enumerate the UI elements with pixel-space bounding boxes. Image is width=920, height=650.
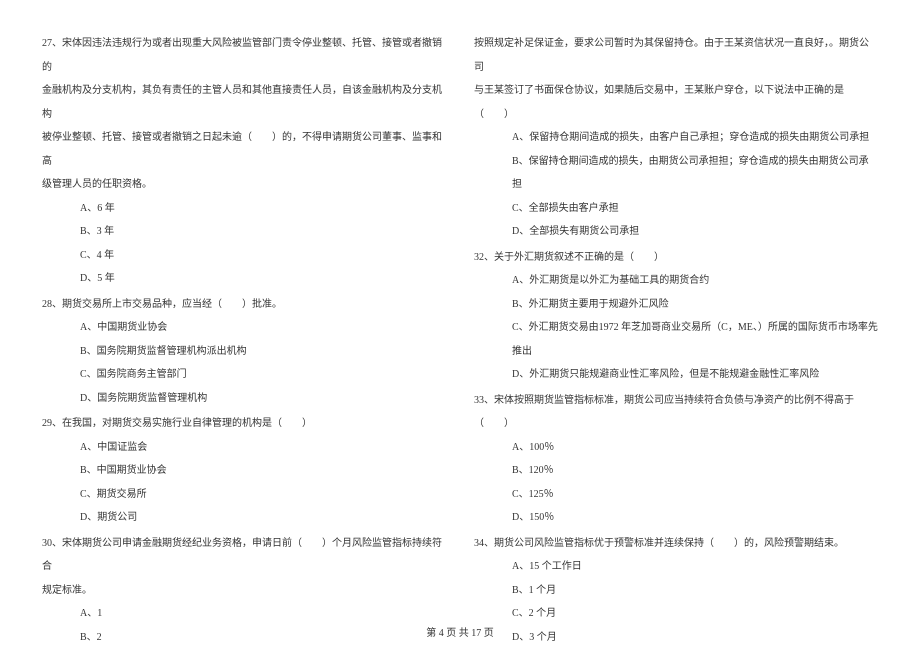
q31-option-c: C、全部损失由客户承担 (512, 197, 878, 221)
q31c-line2: 与王某签订了书面保仓协议，如果随后交易中，王某账户穿仓，以下说法中正确的是（ ） (474, 79, 878, 126)
q27-options: A、6 年 B、3 年 C、4 年 D、5 年 (42, 197, 446, 291)
q27-line3: 被停业整顿、托管、接管或者撤销之日起未逾（ ）的，不得申请期货公司董事、监事和高 (42, 126, 446, 173)
q28-options: A、中国期货业协会 B、国务院期货监督管理机构派出机构 C、国务院商务主管部门 … (42, 316, 446, 410)
q31-option-a: A、保留持仓期间造成的损失，由客户自己承担；穿仓造成的损失由期货公司承担 (512, 126, 878, 150)
q29-option-d: D、期货公司 (80, 506, 446, 530)
q29-option-a: A、中国证监会 (80, 436, 446, 460)
q27-option-b: B、3 年 (80, 220, 446, 244)
q32-options: A、外汇期货是以外汇为基础工具的期货合约 B、外汇期货主要用于规避外汇风险 C、… (474, 269, 878, 387)
right-column: 按照规定补足保证金，要求公司暂时为其保留持仓。由于王某资信状况一直良好，。期货公… (460, 30, 892, 620)
q33-option-b: B、120％ (512, 459, 878, 483)
question-28: 28、期货交易所上市交易品种，应当经（ ）批准。 A、中国期货业协会 B、国务院… (42, 293, 446, 411)
q34-options: A、15 个工作日 B、1 个月 C、2 个月 D、3 个月 (474, 555, 878, 649)
q29-options: A、中国证监会 B、中国期货业协会 C、期货交易所 D、期货公司 (42, 436, 446, 530)
q32-option-a: A、外汇期货是以外汇为基础工具的期货合约 (512, 269, 878, 293)
q34-option-c: C、2 个月 (512, 602, 878, 626)
q30-options: A、1 B、2 C、3 D、6 (42, 602, 446, 650)
q33-option-d: D、150％ (512, 506, 878, 530)
question-29: 29、在我国，对期货交易实施行业自律管理的机构是（ ） A、中国证监会 B、中国… (42, 412, 446, 530)
q29-option-c: C、期货交易所 (80, 483, 446, 507)
q31c-options: A、保留持仓期间造成的损失，由客户自己承担；穿仓造成的损失由期货公司承担 B、保… (474, 126, 878, 244)
q27-line4: 级管理人员的任职资格。 (42, 173, 446, 197)
q27-option-a: A、6 年 (80, 197, 446, 221)
q30-line2: 规定标准。 (42, 579, 446, 603)
q28-option-a: A、中国期货业协会 (80, 316, 446, 340)
q30-line1: 30、宋体期货公司申请金融期货经纪业务资格，申请日前（ ）个月风险监管指标持续符… (42, 532, 446, 579)
q28-option-b: B、国务院期货监督管理机构派出机构 (80, 340, 446, 364)
question-31-cont: 按照规定补足保证金，要求公司暂时为其保留持仓。由于王某资信状况一直良好，。期货公… (474, 32, 878, 244)
q29-option-b: B、中国期货业协会 (80, 459, 446, 483)
q30-option-b: B、2 (80, 626, 446, 650)
q29-line1: 29、在我国，对期货交易实施行业自律管理的机构是（ ） (42, 412, 446, 436)
q28-option-c: C、国务院商务主管部门 (80, 363, 446, 387)
q28-option-d: D、国务院期货监督管理机构 (80, 387, 446, 411)
q32-option-c: C、外汇期货交易由1972 年芝加哥商业交易所（C，ME、）所属的国际货币市场率… (512, 316, 878, 363)
page-body: 27、宋体因违法违规行为或者出现重大风险被监管部门责令停业整顿、托管、接管或者撤… (0, 0, 920, 620)
q31-option-b: B、保留持仓期间造成的损失，由期货公司承担担；穿仓造成的损失由期货公司承担 (512, 150, 878, 197)
question-34: 34、期货公司风险监管指标优于预警标准并连续保持（ ）的，风险预警期结束。 A、… (474, 532, 878, 650)
q32-option-b: B、外汇期货主要用于规避外汇风险 (512, 293, 878, 317)
q33-line1: 33、宋体按照期货监管指标标准，期货公司应当持续符合负债与净资产的比例不得高于（… (474, 389, 878, 436)
q27-line1: 27、宋体因违法违规行为或者出现重大风险被监管部门责令停业整顿、托管、接管或者撤… (42, 32, 446, 79)
question-30: 30、宋体期货公司申请金融期货经纪业务资格，申请日前（ ）个月风险监管指标持续符… (42, 532, 446, 650)
q33-option-a: A、100％ (512, 436, 878, 460)
q32-line1: 32、关于外汇期货叙述不正确的是（ ） (474, 246, 878, 270)
q30-option-a: A、1 (80, 602, 446, 626)
left-column: 27、宋体因违法违规行为或者出现重大风险被监管部门责令停业整顿、托管、接管或者撤… (28, 30, 460, 620)
q31c-line1: 按照规定补足保证金，要求公司暂时为其保留持仓。由于王某资信状况一直良好，。期货公… (474, 32, 878, 79)
q34-line1: 34、期货公司风险监管指标优于预警标准并连续保持（ ）的，风险预警期结束。 (474, 532, 878, 556)
question-27: 27、宋体因违法违规行为或者出现重大风险被监管部门责令停业整顿、托管、接管或者撤… (42, 32, 446, 291)
q33-option-c: C、125％ (512, 483, 878, 507)
q31-option-d: D、全部损失有期货公司承担 (512, 220, 878, 244)
q27-option-c: C、4 年 (80, 244, 446, 268)
q34-option-b: B、1 个月 (512, 579, 878, 603)
q32-option-d: D、外汇期货只能规避商业性汇率风险，但是不能规避金融性汇率风险 (512, 363, 878, 387)
question-32: 32、关于外汇期货叙述不正确的是（ ） A、外汇期货是以外汇为基础工具的期货合约… (474, 246, 878, 387)
q33-options: A、100％ B、120％ C、125％ D、150％ (474, 436, 878, 530)
q27-option-d: D、5 年 (80, 267, 446, 291)
q34-option-a: A、15 个工作日 (512, 555, 878, 579)
question-33: 33、宋体按照期货监管指标标准，期货公司应当持续符合负债与净资产的比例不得高于（… (474, 389, 878, 530)
q28-line1: 28、期货交易所上市交易品种，应当经（ ）批准。 (42, 293, 446, 317)
q27-line2: 金融机构及分支机构，其负有责任的主管人员和其他直接责任人员，自该金融机构及分支机… (42, 79, 446, 126)
q34-option-d: D、3 个月 (512, 626, 878, 650)
